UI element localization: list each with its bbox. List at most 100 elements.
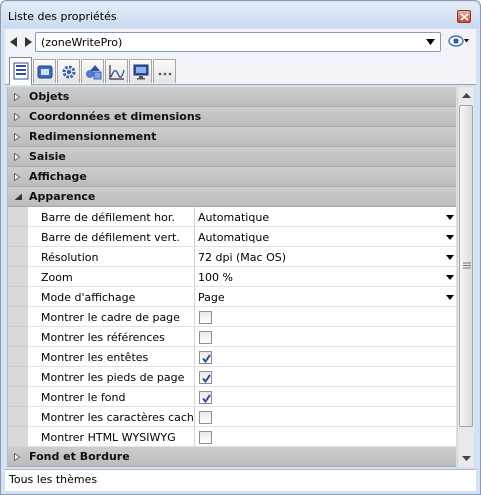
category-saisie[interactable]: Saisie xyxy=(8,147,456,167)
close-button[interactable] xyxy=(457,10,471,23)
arrow-down-icon xyxy=(462,456,471,461)
next-arrow-icon[interactable] xyxy=(25,37,32,47)
row-gutter xyxy=(8,247,28,267)
row-gutter xyxy=(8,267,28,287)
show-html-wysiwyg-checkbox[interactable] xyxy=(199,431,212,444)
property-name: Zoom xyxy=(28,267,195,287)
tab-shapes[interactable] xyxy=(81,59,104,83)
property-value xyxy=(196,327,456,347)
property-name: Montrer HTML WYSIWYG xyxy=(28,427,195,447)
category-label: Objets xyxy=(29,90,70,103)
scroll-up-button[interactable] xyxy=(458,87,475,104)
tab-chart[interactable] xyxy=(105,59,128,83)
object-selector-combo[interactable]: (zoneWritePro) xyxy=(35,32,441,52)
row-gutter xyxy=(8,207,28,227)
settings-gear-icon xyxy=(62,65,76,79)
property-name: Montrer les caractères cachés xyxy=(28,407,195,427)
property-value xyxy=(196,387,456,407)
property-name: Montrer le fond xyxy=(28,387,195,407)
property-value xyxy=(196,307,456,327)
property-value xyxy=(196,367,456,387)
previous-arrow-icon[interactable] xyxy=(10,37,17,47)
scroll-down-button[interactable] xyxy=(458,450,475,467)
expand-arrow-icon xyxy=(14,173,20,181)
show-hidden-characters-checkbox[interactable] xyxy=(199,411,212,424)
dropdown-value: Automatique xyxy=(198,211,270,224)
zoom-dropdown[interactable]: 100 % xyxy=(196,267,456,287)
close-icon xyxy=(460,13,469,21)
category-affichage[interactable]: Affichage xyxy=(8,167,456,187)
collapse-arrow-icon xyxy=(14,194,22,200)
show-background-checkbox[interactable] xyxy=(199,391,212,404)
display-mode-dropdown[interactable]: Page xyxy=(196,287,456,307)
property-name: Mode d'affichage xyxy=(28,287,195,307)
property-row: Montrer les pieds de page xyxy=(8,367,456,387)
scrollbar-thumb[interactable] xyxy=(459,105,473,427)
vertical-scrollbar-dropdown[interactable]: Automatique xyxy=(196,227,456,247)
property-row: Montrer les caractères cachés xyxy=(8,407,456,427)
property-row: Montrer HTML WYSIWYG xyxy=(8,427,456,447)
category-coordonnees[interactable]: Coordonnées et dimensions xyxy=(8,107,456,127)
status-bar: Tous les thèmes xyxy=(5,469,476,491)
category-label: Saisie xyxy=(29,150,66,163)
property-row: Barre de défilement vert. Automatique xyxy=(8,227,456,247)
row-gutter xyxy=(8,287,28,307)
horizontal-scrollbar-dropdown[interactable]: Automatique xyxy=(196,207,456,227)
show-footers-checkbox[interactable] xyxy=(199,371,212,384)
tab-object[interactable] xyxy=(33,59,56,83)
resolution-dropdown[interactable]: 72 dpi (Mac OS) xyxy=(196,247,456,267)
expand-arrow-icon xyxy=(14,453,20,461)
object-toolbar: (zoneWritePro) xyxy=(5,29,476,55)
checkmark-icon xyxy=(202,394,211,404)
window-title: Liste des propriétés xyxy=(8,10,117,23)
vertical-scrollbar[interactable] xyxy=(457,87,474,467)
checkmark-icon xyxy=(202,354,211,364)
tab-settings[interactable] xyxy=(57,59,80,83)
row-gutter xyxy=(8,407,28,427)
expand-arrow-icon xyxy=(14,93,20,101)
row-gutter xyxy=(8,367,28,387)
category-redimensionnement[interactable]: Redimensionnement xyxy=(8,127,456,147)
tab-more[interactable] xyxy=(153,59,176,83)
show-references-checkbox[interactable] xyxy=(199,331,212,344)
property-row: Montrer le cadre de page xyxy=(8,307,456,327)
status-text: Tous les thèmes xyxy=(9,473,98,486)
expand-arrow-icon xyxy=(14,113,20,121)
chart-icon xyxy=(109,65,125,80)
visibility-menu-button[interactable] xyxy=(448,34,470,51)
property-row: Montrer les entêtes xyxy=(8,347,456,367)
dropdown-value: 100 % xyxy=(198,271,233,284)
property-list-window: Liste des propriétés (zoneWritePro) Obje… xyxy=(0,0,481,495)
row-gutter xyxy=(8,227,28,247)
theme-tabs xyxy=(5,55,476,85)
property-value xyxy=(196,347,456,367)
chevron-down-icon xyxy=(446,215,454,220)
dropdown-value: Page xyxy=(198,291,225,304)
tab-property-list[interactable] xyxy=(9,57,32,85)
category-objets[interactable]: Objets xyxy=(8,87,456,107)
property-name: Montrer les références xyxy=(28,327,195,347)
tab-monitor[interactable] xyxy=(129,59,152,83)
arrow-up-icon xyxy=(462,93,471,98)
expand-arrow-icon xyxy=(14,153,20,161)
category-label: Coordonnées et dimensions xyxy=(29,110,202,123)
property-value xyxy=(196,427,456,447)
row-gutter xyxy=(8,427,28,447)
dropdown-value: 72 dpi (Mac OS) xyxy=(198,251,287,264)
title-bar: Liste des propriétés xyxy=(2,2,479,28)
property-row: Montrer le fond xyxy=(8,387,456,407)
category-fond-bordure[interactable]: Fond et Bordure xyxy=(8,447,456,467)
row-gutter xyxy=(8,347,28,367)
row-gutter xyxy=(8,387,28,407)
property-name: Montrer les entêtes xyxy=(28,347,195,367)
category-apparence[interactable]: Apparence xyxy=(8,187,456,207)
grip-icon xyxy=(463,262,471,269)
property-list-icon xyxy=(13,62,29,80)
show-headers-checkbox[interactable] xyxy=(199,351,212,364)
object-selector-value: (zoneWritePro) xyxy=(41,36,123,49)
property-grid: Objets Coordonnées et dimensions Redimen… xyxy=(7,87,456,467)
expand-arrow-icon xyxy=(14,133,20,141)
property-row: Mode d'affichage Page xyxy=(8,287,456,307)
show-page-frame-checkbox[interactable] xyxy=(199,311,212,324)
monitor-icon xyxy=(133,64,149,80)
